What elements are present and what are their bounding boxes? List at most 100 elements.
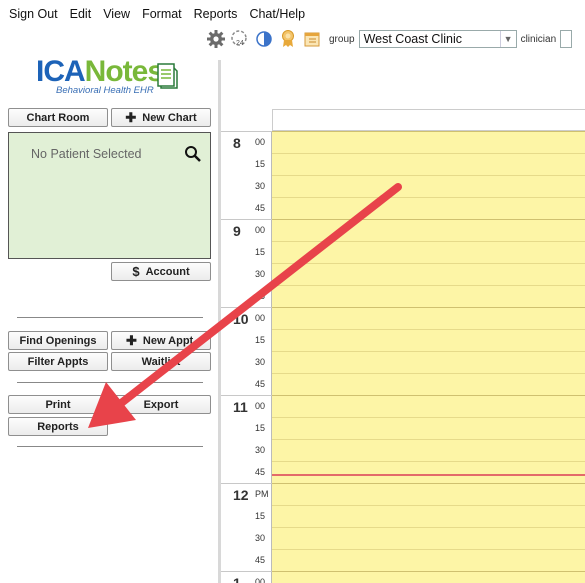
calendar-icon[interactable] — [301, 28, 323, 50]
hour-label: 11 — [233, 399, 248, 415]
group-select[interactable]: West Coast Clinic ▼ — [358, 30, 517, 48]
filter-appts-button[interactable]: Filter Appts — [8, 352, 108, 371]
left-panel: ICANotes Behavioral Health EHR Chart Roo… — [0, 50, 218, 583]
hour-divider — [221, 307, 272, 308]
plus-icon: ✚ — [125, 109, 137, 125]
menu-sign-out[interactable]: Sign Out — [3, 0, 64, 28]
chevron-down-icon: ▼ — [499, 31, 516, 47]
time-slot-line — [272, 571, 585, 572]
minute-label: 15 — [255, 335, 266, 345]
minute-label: 30 — [255, 357, 266, 367]
hour-divider — [221, 131, 272, 132]
clock-24-badge: 24 — [236, 40, 244, 47]
minute-label: 45 — [255, 203, 266, 213]
dollar-icon: $ — [132, 264, 140, 279]
hour-label: 1 — [233, 575, 241, 583]
time-slot-line — [272, 175, 585, 176]
minute-label: 45 — [255, 379, 266, 389]
find-openings-button[interactable]: Find Openings — [8, 331, 108, 350]
logo-wordmark: ICANotes — [36, 55, 164, 88]
time-slot-line — [272, 307, 585, 308]
menu-format[interactable]: Format — [136, 0, 188, 28]
time-slot-line — [272, 395, 585, 396]
hour-divider — [221, 483, 272, 484]
minute-label: 30 — [255, 533, 266, 543]
hour-divider — [221, 571, 272, 572]
time-slot-line — [272, 285, 585, 286]
filter-appts-label: Filter Appts — [27, 355, 89, 368]
hour-label: 12 — [233, 487, 249, 503]
minute-label: 30 — [255, 269, 266, 279]
menu-view[interactable]: View — [97, 0, 136, 28]
menu-edit[interactable]: Edit — [64, 0, 98, 28]
award-icon[interactable] — [277, 28, 299, 50]
chart-room-label: Chart Room — [26, 111, 90, 124]
time-slot-line — [272, 153, 585, 154]
minute-label: 00 — [255, 401, 266, 411]
menu-bar: Sign Out Edit View Format Reports Chat/H… — [0, 0, 585, 28]
time-slot-line — [272, 241, 585, 242]
divider — [17, 317, 203, 318]
app-window: Sign Out Edit View Format Reports Chat/H… — [0, 0, 585, 583]
reports-button[interactable]: Reports — [8, 417, 108, 436]
time-column: 8 00 15 30 45 9 00 15 30 45 10 00 15 30 45 11 00 15 30 45 12… — [221, 131, 272, 583]
clinician-select[interactable] — [560, 30, 573, 48]
search-icon[interactable] — [184, 145, 202, 163]
group-select-value: West Coast Clinic — [363, 32, 462, 46]
hour-divider — [221, 395, 272, 396]
time-slot-line — [272, 461, 585, 462]
hour-label: 8 — [233, 135, 241, 151]
time-slot-line — [272, 351, 585, 352]
clinician-label: clinician — [520, 33, 557, 45]
time-slot-line — [272, 505, 585, 506]
minute-label: 30 — [255, 181, 266, 191]
time-slot-line — [272, 483, 585, 484]
minute-label: 15 — [255, 423, 266, 433]
print-button[interactable]: Print — [8, 395, 108, 414]
minute-label: 15 — [255, 159, 266, 169]
hour-label: 9 — [233, 223, 241, 239]
time-slot-line — [272, 439, 585, 440]
minute-label: 45 — [255, 467, 266, 477]
waitlist-button[interactable]: Waitlist — [111, 352, 211, 371]
minute-label: 30 — [255, 445, 266, 455]
hour-label: 10 — [233, 311, 249, 327]
menu-chat-help[interactable]: Chat/Help — [243, 0, 311, 28]
no-patient-text: No Patient Selected — [31, 147, 142, 161]
minute-label: 45 — [255, 291, 266, 301]
logo-tagline: Behavioral Health EHR — [56, 85, 154, 96]
waitlist-label: Waitlist — [141, 355, 181, 368]
divider — [17, 446, 203, 447]
gear-icon[interactable] — [205, 28, 227, 50]
chart-room-button[interactable]: Chart Room — [8, 108, 108, 127]
account-label: Account — [145, 265, 190, 278]
minute-label: 00 — [255, 313, 266, 323]
appointment-grid[interactable] — [272, 131, 585, 583]
new-chart-button[interactable]: ✚ New Chart — [111, 108, 211, 127]
icanotes-logo: ICANotes Behavioral Health EHR — [36, 56, 186, 102]
minute-label: 00 — [255, 137, 266, 147]
export-label: Export — [143, 398, 179, 411]
time-slot-line — [272, 219, 585, 220]
divider — [17, 382, 203, 383]
time-slot-line — [272, 373, 585, 374]
time-slot-line — [272, 197, 585, 198]
export-button[interactable]: Export — [111, 395, 211, 414]
menu-reports[interactable]: Reports — [188, 0, 244, 28]
reports-label: Reports — [37, 420, 79, 433]
print-label: Print — [45, 398, 71, 411]
account-button[interactable]: $ Account — [111, 262, 211, 281]
time-slot-line — [272, 549, 585, 550]
new-appt-button[interactable]: ✚ New Appt — [111, 331, 211, 350]
minute-label: 00 — [255, 577, 266, 583]
patient-selector[interactable]: No Patient Selected — [8, 132, 211, 259]
new-appt-label: New Appt — [142, 334, 194, 347]
new-chart-label: New Chart — [142, 111, 197, 124]
find-openings-label: Find Openings — [19, 334, 97, 347]
group-label: group — [329, 33, 355, 45]
time-slot-line — [272, 263, 585, 264]
calendar-header — [272, 109, 585, 131]
contrast-icon[interactable] — [253, 28, 275, 50]
clock-24-icon[interactable]: 24 — [229, 28, 251, 50]
minute-label: 00 — [255, 225, 266, 235]
